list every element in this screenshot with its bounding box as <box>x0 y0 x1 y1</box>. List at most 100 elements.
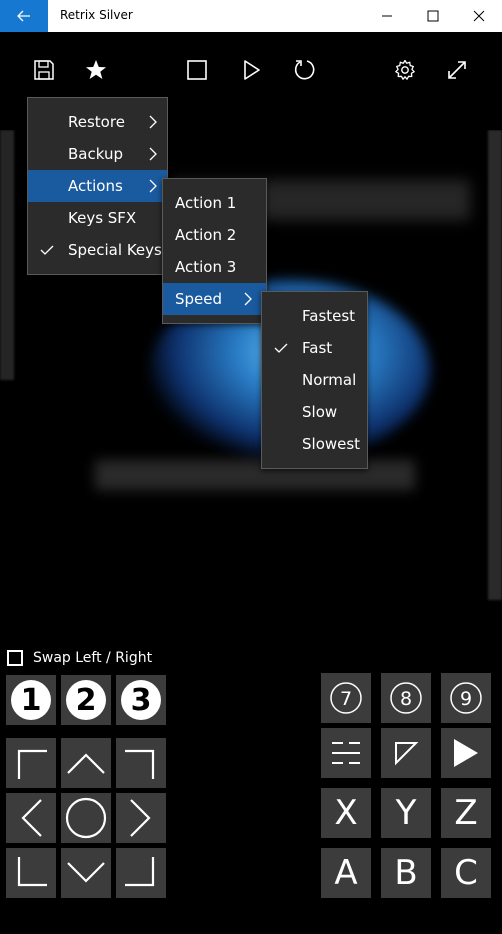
button-label: B <box>394 853 418 893</box>
circled-number-outline-icon: 7 <box>330 682 362 714</box>
pad-7-button[interactable]: 7 <box>321 673 371 723</box>
a-button[interactable]: A <box>321 848 371 898</box>
chevron-right-icon <box>149 170 157 202</box>
title-bar: Retrix Silver <box>0 0 502 32</box>
maximize-icon <box>427 10 439 22</box>
menu-item-label: Action 3 <box>175 258 237 276</box>
menu-item-label: Normal <box>302 371 357 389</box>
menu-item-action-3[interactable]: Action 3 <box>163 251 266 283</box>
menu-item-label: Action 2 <box>175 226 237 244</box>
c-button[interactable]: C <box>441 848 491 898</box>
swap-checkbox[interactable] <box>7 650 23 666</box>
circled-number-icon: 1 <box>11 680 51 720</box>
dpad-down-right-button[interactable] <box>116 848 166 898</box>
b-button[interactable]: B <box>381 848 431 898</box>
x-button[interactable]: X <box>321 788 371 838</box>
lines-icon <box>332 742 360 764</box>
stop-button[interactable] <box>183 56 211 84</box>
swap-checkbox-label: Swap Left / Right <box>33 650 153 666</box>
context-menu-actions: Action 1 Action 2 Action 3 Speed <box>162 178 267 324</box>
close-icon <box>473 10 485 22</box>
pad-9-button[interactable]: 9 <box>441 673 491 723</box>
dpad-center-button[interactable] <box>61 793 111 843</box>
reset-icon <box>294 60 315 80</box>
menu-item-label: Restore <box>68 113 125 131</box>
play-icon <box>244 60 260 80</box>
corner-down-right-icon <box>125 857 155 887</box>
menu-item-label: Actions <box>68 177 123 195</box>
menu-item-slow[interactable]: Slow <box>262 396 367 428</box>
special-triangle-button[interactable] <box>381 728 431 778</box>
dpad-down-button[interactable] <box>61 848 111 898</box>
menu-item-slowest[interactable]: Slowest <box>262 428 367 460</box>
chevron-right-icon <box>244 283 252 315</box>
dpad-up-button[interactable] <box>61 738 111 788</box>
menu-item-normal[interactable]: Normal <box>262 364 367 396</box>
chevron-right-icon <box>149 138 157 170</box>
menu-item-backup[interactable]: Backup <box>28 138 167 170</box>
play-button[interactable] <box>237 56 265 84</box>
save-icon <box>34 60 54 80</box>
stop-icon <box>187 60 207 80</box>
fullscreen-button[interactable] <box>443 56 471 84</box>
arrow-left-icon <box>17 10 30 22</box>
menu-item-speed[interactable]: Speed <box>163 283 266 315</box>
dpad-up-right-button[interactable] <box>116 738 166 788</box>
menu-item-label: Fast <box>302 339 333 357</box>
menu-item-label: Fastest <box>302 307 356 325</box>
circle-icon <box>65 797 107 839</box>
start-button[interactable] <box>441 728 491 778</box>
menu-item-fastest[interactable]: Fastest <box>262 300 367 332</box>
z-button[interactable]: Z <box>441 788 491 838</box>
menu-item-label: Slow <box>302 403 338 421</box>
circled-number-icon: 2 <box>66 680 106 720</box>
chevron-right-icon <box>130 799 151 837</box>
select-button[interactable] <box>321 728 371 778</box>
back-button[interactable] <box>0 0 48 32</box>
menu-item-action-2[interactable]: Action 2 <box>163 219 266 251</box>
checkmark-icon <box>40 234 54 266</box>
play-filled-icon <box>454 739 478 767</box>
dpad-left-button[interactable] <box>6 793 56 843</box>
y-button[interactable]: Y <box>381 788 431 838</box>
dpad-up-left-button[interactable] <box>6 738 56 788</box>
minimize-button[interactable] <box>364 0 410 32</box>
svg-text:8: 8 <box>400 688 412 710</box>
menu-item-special-keys[interactable]: Special Keys <box>28 234 167 266</box>
circled-number-outline-icon: 9 <box>450 682 482 714</box>
svg-text:3: 3 <box>131 683 152 718</box>
pad-3-button[interactable]: 3 <box>116 675 166 725</box>
maximize-button[interactable] <box>410 0 456 32</box>
pad-1-button[interactable]: 1 <box>6 675 56 725</box>
settings-button[interactable] <box>391 56 419 84</box>
checkmark-icon <box>274 332 288 364</box>
button-label: Z <box>454 793 478 833</box>
menu-item-label: Speed <box>175 290 223 308</box>
circled-number-icon: 3 <box>121 680 161 720</box>
favorite-button[interactable] <box>82 56 110 84</box>
gear-icon <box>395 59 415 80</box>
menu-item-restore[interactable]: Restore <box>28 106 167 138</box>
context-menu-speed: Fastest Fast Normal Slow Slowest <box>261 291 368 469</box>
menu-item-fast[interactable]: Fast <box>262 332 367 364</box>
chevron-up-icon <box>67 753 105 774</box>
save-button[interactable] <box>30 56 58 84</box>
screen-edge-right <box>488 130 502 600</box>
menu-item-action-1[interactable]: Action 1 <box>163 187 266 219</box>
menu-item-label: Special Keys <box>68 241 162 259</box>
menu-item-keys-sfx[interactable]: Keys SFX <box>28 202 167 234</box>
reset-button[interactable] <box>291 56 319 84</box>
button-label: A <box>334 853 358 893</box>
button-label: Y <box>395 793 417 833</box>
pad-8-button[interactable]: 8 <box>381 673 431 723</box>
screen-edge-left <box>0 130 14 380</box>
chevron-right-icon <box>149 106 157 138</box>
chevron-left-icon <box>21 799 42 837</box>
corner-up-right-icon <box>125 749 155 779</box>
menu-item-actions[interactable]: Actions <box>28 170 167 202</box>
dpad-right-button[interactable] <box>116 793 166 843</box>
svg-text:7: 7 <box>340 688 352 710</box>
close-button[interactable] <box>456 0 502 32</box>
pad-2-button[interactable]: 2 <box>61 675 111 725</box>
dpad-down-left-button[interactable] <box>6 848 56 898</box>
